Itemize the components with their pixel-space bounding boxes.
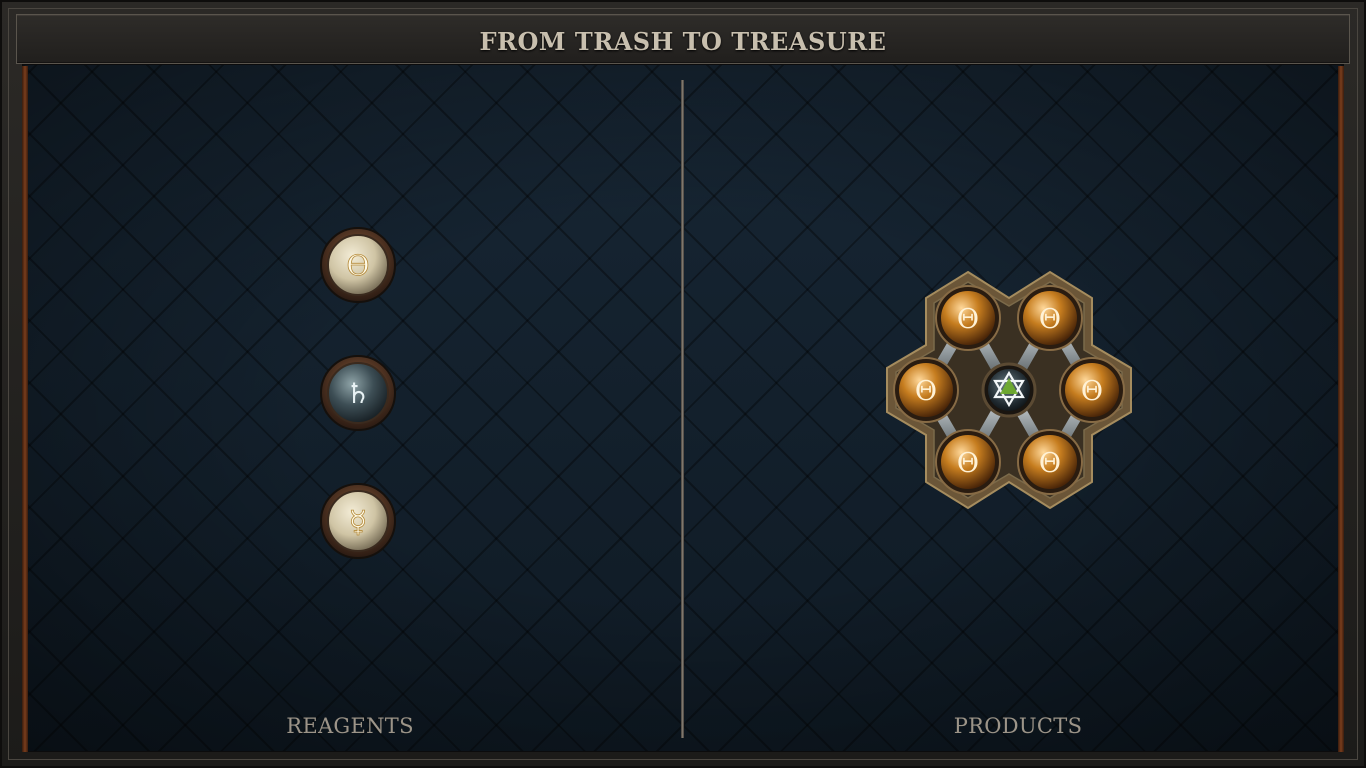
products-label: PRODUCTS — [953, 714, 1083, 738]
gold-atom: Θ — [893, 357, 959, 423]
gold-atom: Θ — [1017, 285, 1083, 351]
reagent-glyph: ϴ — [347, 249, 370, 282]
gold-atom: Θ — [1017, 429, 1083, 495]
svg-text:Θ: Θ — [957, 304, 979, 335]
svg-text:Θ: Θ — [1039, 304, 1061, 335]
svg-text:Θ: Θ — [915, 376, 937, 407]
gold-atom: Θ — [935, 285, 1001, 351]
svg-text:Θ: Θ — [957, 448, 979, 479]
product-molecule[interactable]: Θ Θ Θ Θ Θ Θ — [884, 270, 1134, 510]
reagent-salt[interactable]: ϴ — [318, 225, 398, 305]
lead-atom-icon: ♄ — [320, 355, 396, 431]
right-rail — [1338, 66, 1344, 752]
reagent-glyph: ♄ — [345, 377, 370, 410]
reagent-lead[interactable]: ♄ — [318, 353, 398, 433]
svg-text:Θ: Θ — [1081, 376, 1103, 407]
reagent-quicksilver[interactable]: ☿ — [318, 481, 398, 561]
panel-divider — [681, 80, 684, 738]
quicksilver-atom-icon: ☿ — [320, 483, 396, 559]
puzzle-title: FROM TRASH TO TREASURE — [479, 27, 887, 56]
gold-molecule-icon: Θ Θ Θ Θ Θ Θ — [886, 270, 1132, 510]
gold-atom: Θ — [1059, 357, 1125, 423]
reagent-glyph: ☿ — [349, 505, 367, 540]
svg-text:Θ: Θ — [1039, 448, 1061, 479]
reagents-label: REAGENTS — [286, 714, 414, 738]
gold-atom: Θ — [935, 429, 1001, 495]
title-bar: FROM TRASH TO TREASURE — [16, 14, 1350, 64]
salt-atom-icon: ϴ — [320, 227, 396, 303]
left-rail — [22, 66, 28, 752]
